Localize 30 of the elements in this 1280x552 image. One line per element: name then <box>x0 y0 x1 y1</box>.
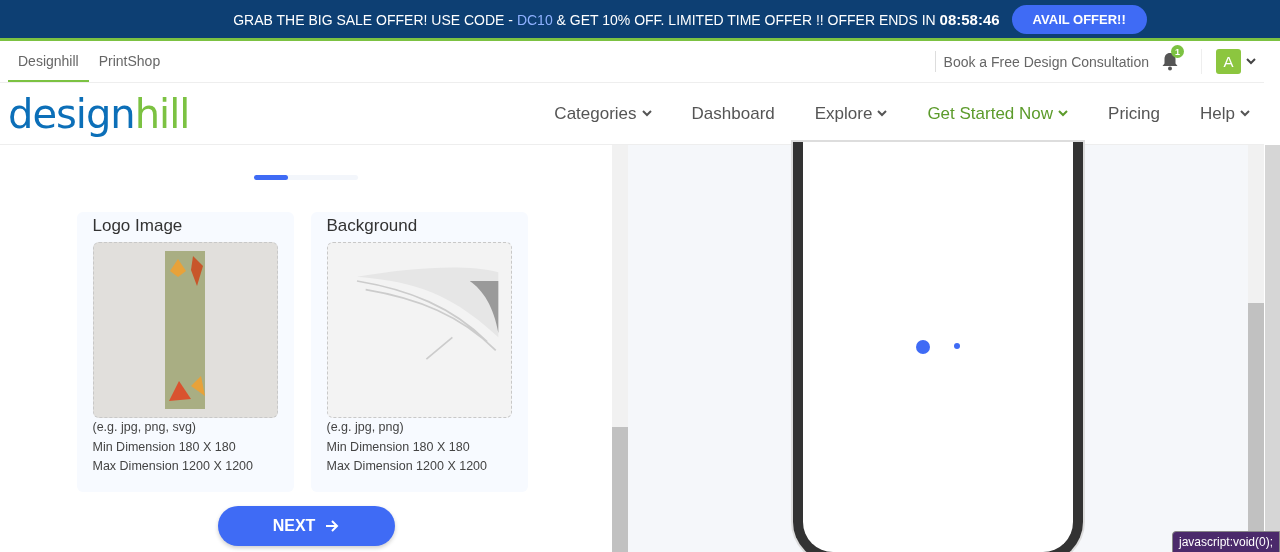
loading-dots-icon <box>916 339 960 355</box>
site-tab[interactable]: PrintShop <box>88 41 171 82</box>
upload-title: Background <box>326 216 419 236</box>
next-button[interactable]: NEXT <box>217 506 395 546</box>
arrow-right-icon <box>325 519 340 533</box>
promo-message: GRAB THE BIG SALE OFFER! USE CODE - DC10 & GET 10% OFF. LIMITED TIME OFFER !! OFFER ENDS IN 08:58:46 <box>233 10 1000 28</box>
avail-offer-button[interactable]: AVAIL OFFER!! <box>1011 4 1147 34</box>
upload-hint: Max Dimension 1200 X 1200 <box>92 458 254 475</box>
scrollbar[interactable] <box>612 145 628 552</box>
caret-icon <box>1058 110 1069 117</box>
caret-icon <box>877 110 888 117</box>
upload-hint: Min Dimension 180 X 180 <box>326 438 471 456</box>
consultation-link[interactable]: Book a Free Design Consultation <box>934 51 1157 72</box>
nav-link[interactable]: Categories <box>534 103 672 124</box>
nav-link[interactable]: Get Started Now <box>907 103 1089 124</box>
nav-link[interactable]: Pricing <box>1088 103 1181 124</box>
upload-title: Logo Image <box>92 216 184 236</box>
upload-hint: Min Dimension 180 X 180 <box>92 438 237 456</box>
upload-hint: (e.g. jpg, png, svg) <box>92 419 198 436</box>
status-tooltip: javascript:void(0); <box>1171 531 1280 552</box>
caret-icon <box>641 110 652 117</box>
caret-icon <box>1240 110 1250 117</box>
upload-hint: Max Dimension 1200 X 1200 <box>326 458 488 475</box>
site-tab[interactable]: Designhill <box>8 41 89 82</box>
upload-hint: (e.g. jpg, png) <box>326 419 405 436</box>
nav-link[interactable]: Explore <box>794 103 908 124</box>
notification-badge: 1 <box>1171 45 1184 58</box>
nav-link[interactable]: Help <box>1180 103 1256 124</box>
caret-icon <box>1246 58 1256 65</box>
nav-link[interactable]: Dashboard <box>671 103 795 124</box>
